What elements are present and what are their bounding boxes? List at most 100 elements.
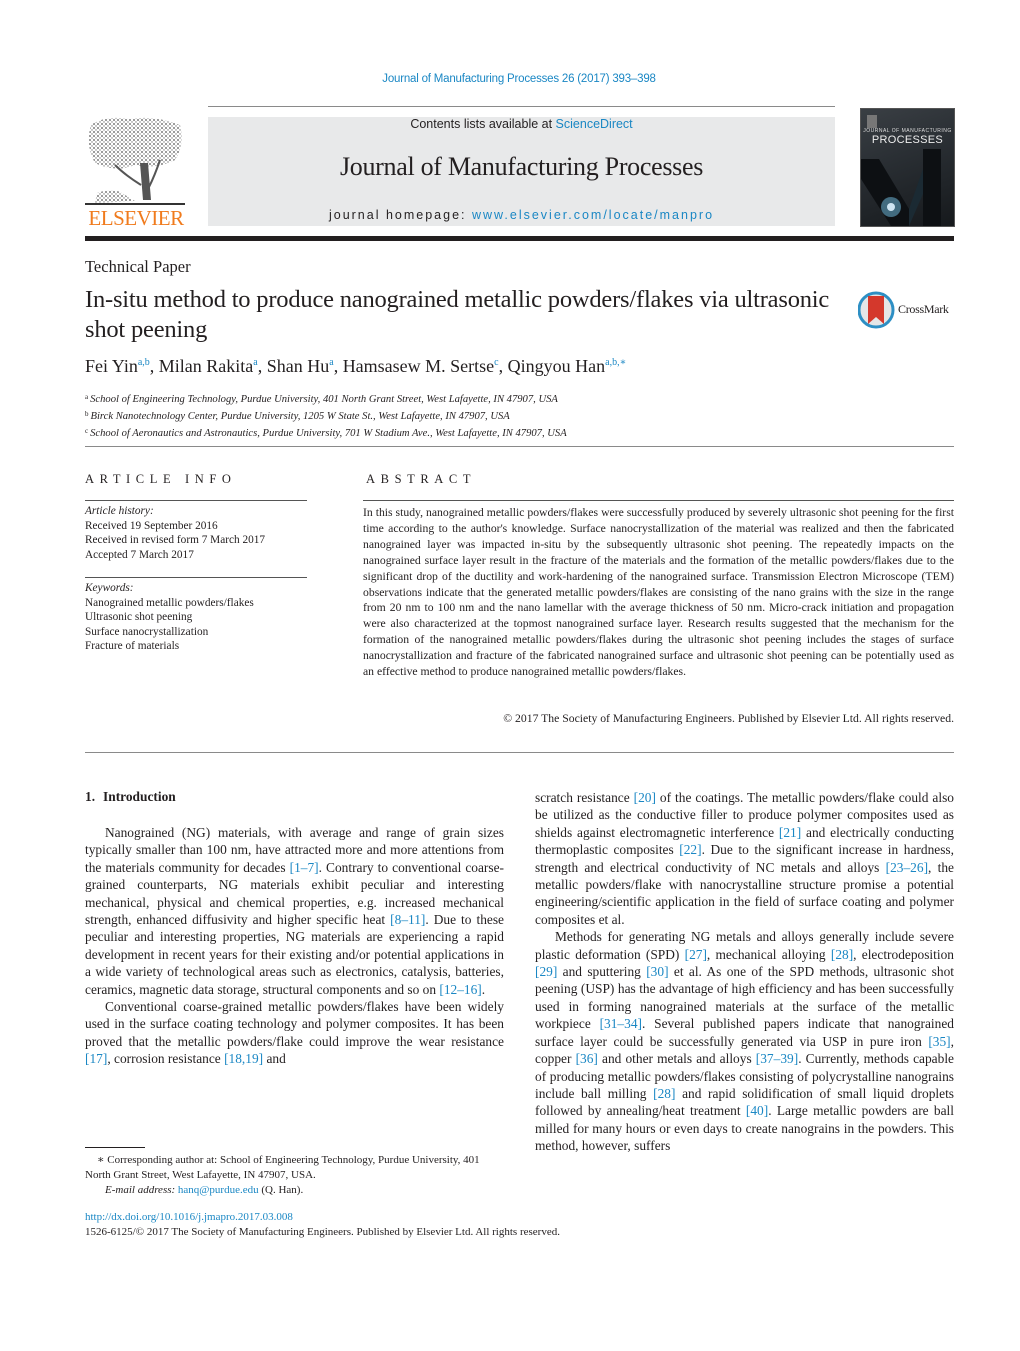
tree-icon <box>85 117 185 205</box>
article-history-label: Article history: <box>85 505 154 517</box>
citation-link[interactable]: [35] <box>928 1034 950 1049</box>
history-item: Received 19 September 2016 <box>85 519 218 532</box>
citation-link[interactable]: [18,19] <box>224 1051 263 1066</box>
body-text: . <box>481 981 486 997</box>
citation-link[interactable]: [22] <box>679 842 701 857</box>
body-text: Conventional coarse-grained metallic pow… <box>85 999 504 1049</box>
body-text: , corrosion resistance <box>107 1051 225 1067</box>
abstract-bottom-divider <box>85 752 954 753</box>
citation-link[interactable]: [12–16] <box>439 982 481 997</box>
citation-link[interactable]: [37–39] <box>756 1051 798 1066</box>
body-text: scratch resistance <box>535 790 634 805</box>
header-thick-divider <box>85 236 954 241</box>
body-text: and sputtering <box>557 964 647 980</box>
sciencedirect-link[interactable]: ScienceDirect <box>556 117 633 131</box>
elsevier-wordmark[interactable]: ELSEVIER <box>85 206 187 231</box>
author-separator: , <box>333 356 343 376</box>
body-paragraph: Methods for generating NG metals and all… <box>535 928 954 1154</box>
journal-cover-thumbnail[interactable]: JOURNAL OF MANUFACTURING PROCESSES <box>860 108 955 227</box>
affiliation-key: b <box>85 410 89 418</box>
citation-link[interactable]: [27] <box>685 947 707 962</box>
citation-link[interactable]: [30] <box>646 964 668 979</box>
affiliation-item: b Birck Nanotechnology Center, Purdue Uni… <box>85 407 567 424</box>
body-text: and other metals and alloys <box>597 1051 756 1067</box>
abstract-heading: ABSTRACT <box>366 472 477 486</box>
author-affiliation-marker[interactable]: a,b <box>138 357 150 368</box>
citation-link[interactable]: [20] <box>634 790 656 805</box>
citation-link[interactable]: [28] <box>831 947 853 962</box>
abstract-body: In this study, nanograined metallic powd… <box>363 506 954 679</box>
body-paragraph: scratch resistance [20] of the coatings.… <box>535 789 954 928</box>
journal-reference-link[interactable]: Journal of Manufacturing Processes 26 (2… <box>0 73 1020 85</box>
affiliation-text: Birck Nanotechnology Center, Purdue Univ… <box>90 411 510 422</box>
author-name: Hamsasew M. Sertse <box>342 356 495 376</box>
keyword-item: Nanograined metallic powders/flakes <box>85 596 254 609</box>
author-name: Shan Hu <box>266 356 330 376</box>
citation-link[interactable]: [28] <box>653 1086 675 1101</box>
article-info-divider <box>85 500 307 501</box>
affiliation-text: School of Aeronautics and Astronautics, … <box>90 428 567 439</box>
contents-line: Contents lists available at ScienceDirec… <box>208 117 835 131</box>
article-info-heading: ARTICLE INFO <box>85 472 237 486</box>
author-name: Fei Yin <box>85 356 138 376</box>
body-paragraph: Nanograined (NG) materials, with average… <box>85 824 504 998</box>
body-text: , electrodeposition <box>853 946 954 962</box>
body-column-right: scratch resistance [20] of the coatings.… <box>535 789 954 1155</box>
keyword-item: Ultrasonic shot peening <box>85 611 193 623</box>
email-label: E-mail address: <box>105 1184 178 1196</box>
citation-link[interactable]: [21] <box>779 825 801 840</box>
body-paragraph: Conventional coarse-grained metallic pow… <box>85 998 504 1068</box>
citation-link[interactable]: [40] <box>746 1103 768 1118</box>
citation-link[interactable]: [36] <box>576 1051 598 1066</box>
citation-link[interactable]: [8–11] <box>390 912 425 927</box>
author-affiliation-marker[interactable]: a,b,∗ <box>605 357 626 368</box>
homepage-line: journal homepage: www.elsevier.com/locat… <box>208 208 835 222</box>
keyword-item: Surface nanocrystallization <box>85 625 209 638</box>
keywords-label: Keywords: <box>85 582 134 594</box>
citation-link[interactable]: [31–34] <box>600 1016 642 1031</box>
keywords: Keywords: Nanograined metallic powders/f… <box>85 581 254 654</box>
issn-copyright: 1526-6125/© 2017 The Society of Manufact… <box>85 1226 560 1238</box>
author[interactable]: Hamsasew M. Sertsec <box>343 356 499 376</box>
author[interactable]: Fei Yina,b <box>85 356 150 376</box>
crossmark-label: CrossMark <box>898 302 949 316</box>
homepage-prefix: journal homepage: <box>328 208 472 222</box>
author[interactable]: Qingyou Hana,b,∗ <box>508 356 627 376</box>
doi-link[interactable]: http://dx.doi.org/10.1016/j.jmapro.2017.… <box>85 1211 293 1223</box>
author-name: Qingyou Han <box>507 356 606 376</box>
affiliations: a School of Engineering Technology, Purdu… <box>85 390 567 441</box>
affiliation-key: c <box>85 427 89 435</box>
homepage-link[interactable]: www.elsevier.com/locate/manpro <box>472 208 714 222</box>
crossmark-button[interactable]: CrossMark <box>858 290 958 330</box>
keywords-divider <box>85 577 307 578</box>
author-separator: , <box>257 356 267 376</box>
body-text: and <box>263 1051 286 1067</box>
affiliation-item: a School of Engineering Technology, Purdu… <box>85 390 567 407</box>
paper-title: In-situ method to produce nanograined me… <box>85 286 830 343</box>
cover-publisher-mark <box>867 115 877 128</box>
email-suffix: (Q. Han). <box>258 1184 304 1196</box>
corresponding-author-text: ∗ Corresponding author at: School of Eng… <box>85 1154 480 1181</box>
affiliation-text: School of Engineering Technology, Purdue… <box>90 394 558 405</box>
header-divider <box>208 106 835 107</box>
corresponding-author-footnote: ∗ Corresponding author at: School of Eng… <box>85 1153 505 1198</box>
crossmark-icon <box>858 291 895 329</box>
citation-link[interactable]: [1–7] <box>290 860 319 875</box>
email-link[interactable]: hanq@purdue.edu <box>178 1184 259 1196</box>
citation-link[interactable]: [17] <box>85 1051 107 1066</box>
body-text: , mechanical alloying <box>706 946 831 962</box>
title-block-divider <box>85 446 954 447</box>
section-heading-introduction: 1. Introduction <box>85 789 176 805</box>
section-title: Introduction <box>103 789 176 804</box>
author[interactable]: Shan Hua <box>267 356 334 376</box>
citation-link[interactable]: [23–26] <box>886 860 928 875</box>
author-separator: , <box>149 356 159 376</box>
contents-prefix: Contents lists available at <box>410 117 556 131</box>
affiliation-key: a <box>85 393 89 401</box>
journal-title: Journal of Manufacturing Processes <box>339 152 704 181</box>
citation-link[interactable]: [29] <box>535 964 557 979</box>
author[interactable]: Milan Rakitaa <box>159 356 258 376</box>
section-number: 1. <box>85 789 96 804</box>
history-item: Received in revised form 7 March 2017 <box>85 534 266 546</box>
cover-m-graphic <box>861 149 941 226</box>
